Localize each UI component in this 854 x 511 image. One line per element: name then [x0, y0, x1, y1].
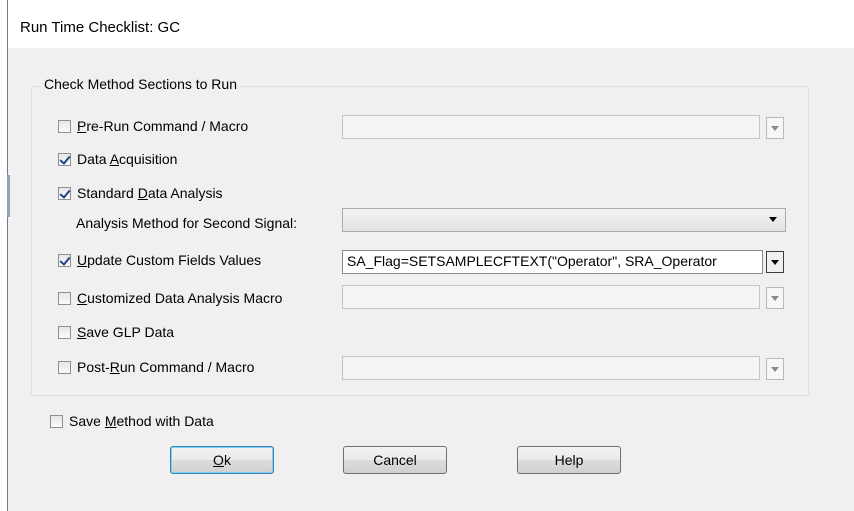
custom-macro-dropdown-button[interactable] [766, 287, 784, 309]
custom-macro-dropdown[interactable] [342, 285, 760, 309]
second-signal-dropdown[interactable] [342, 208, 786, 232]
custom-macro-option[interactable]: Customized Data Analysis Macro [58, 288, 282, 308]
help-button[interactable]: Help [517, 446, 621, 474]
chevron-down-icon [769, 217, 777, 222]
ok-button[interactable]: Ok [170, 446, 274, 474]
second-signal-row: Analysis Method for Second Signal: [76, 213, 297, 233]
save-glp-option[interactable]: Save GLP Data [58, 322, 174, 342]
save-glp-checkbox[interactable] [58, 325, 71, 339]
update-custom-option[interactable]: Update Custom Fields Values [58, 250, 261, 270]
data-acquisition-label: Data Acquisition [77, 151, 178, 167]
ok-button-label: Ok [213, 452, 231, 468]
custom-macro-label: Customized Data Analysis Macro [77, 290, 283, 306]
pre-run-option[interactable]: Pre-Run Command / Macro [58, 116, 248, 136]
save-method-label: Save Method with Data [69, 413, 214, 429]
second-signal-label: Analysis Method for Second Signal: [76, 215, 298, 231]
post-run-dropdown-button[interactable] [766, 358, 784, 380]
standard-analysis-checkbox[interactable] [58, 186, 71, 200]
data-acquisition-checkbox[interactable] [58, 152, 71, 166]
pre-run-dropdown-button[interactable] [766, 117, 784, 139]
update-custom-dropdown[interactable]: SA_Flag=SETSAMPLECFTEXT("Operator", SRA_… [342, 250, 763, 274]
update-custom-label: Update Custom Fields Values [77, 252, 262, 268]
save-glp-label: Save GLP Data [77, 324, 175, 340]
group-title: Check Method Sections to Run [41, 76, 240, 92]
standard-analysis-label: Standard Data Analysis [77, 185, 223, 201]
post-run-dropdown[interactable] [342, 356, 760, 380]
custom-macro-checkbox[interactable] [58, 291, 71, 305]
save-method-option[interactable]: Save Method with Data [50, 411, 214, 431]
save-method-checkbox[interactable] [50, 414, 63, 428]
update-custom-checkbox[interactable] [58, 253, 71, 267]
cancel-button[interactable]: Cancel [343, 446, 447, 474]
window-edge-accent [7, 175, 10, 217]
post-run-label: Post-Run Command / Macro [77, 359, 255, 375]
post-run-option[interactable]: Post-Run Command / Macro [58, 357, 254, 377]
data-acquisition-option[interactable]: Data Acquisition [58, 149, 177, 169]
update-custom-dropdown-value: SA_Flag=SETSAMPLECFTEXT("Operator", SRA_… [347, 253, 717, 269]
pre-run-label: Pre-Run Command / Macro [77, 118, 249, 134]
chevron-down-icon [771, 366, 779, 372]
chevron-down-icon [771, 125, 779, 131]
update-custom-dropdown-button[interactable] [766, 251, 784, 273]
pre-run-checkbox[interactable] [58, 119, 71, 133]
chevron-down-icon [771, 295, 779, 301]
cancel-button-label: Cancel [373, 452, 417, 468]
chevron-down-icon [771, 259, 779, 265]
standard-analysis-option[interactable]: Standard Data Analysis [58, 183, 223, 203]
post-run-checkbox[interactable] [58, 360, 71, 374]
title-bar: Run Time Checklist: GC [8, 0, 854, 48]
help-button-label: Help [554, 452, 584, 468]
pre-run-dropdown[interactable] [342, 115, 760, 139]
window-title: Run Time Checklist: GC [20, 19, 181, 36]
